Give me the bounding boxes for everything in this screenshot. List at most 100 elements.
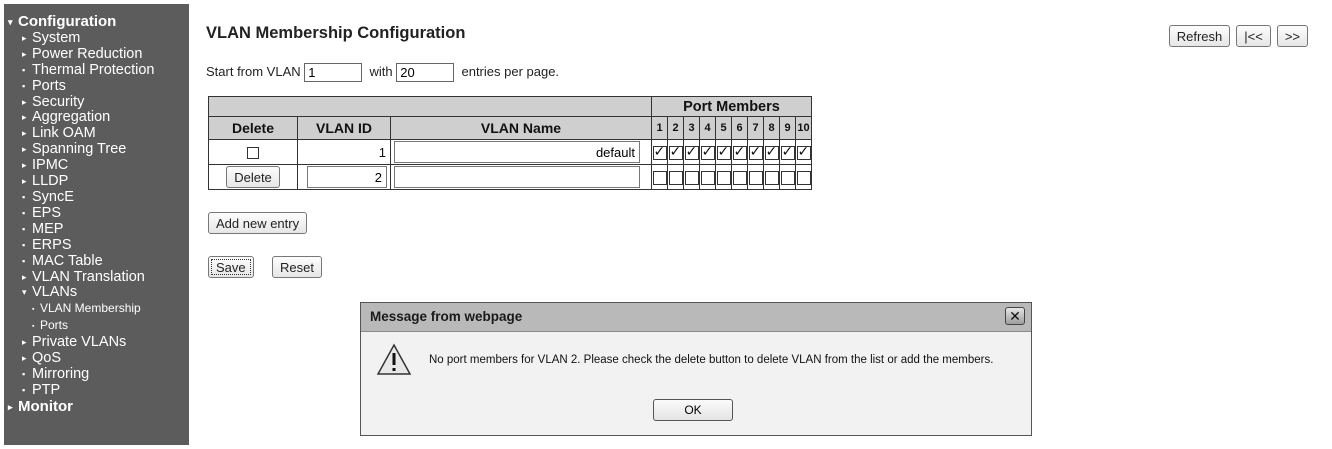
sidebar-marker-icon: ▪: [22, 64, 26, 75]
add-new-entry-button[interactable]: Add new entry: [208, 212, 308, 234]
sidebar-item-label: Ports: [40, 318, 69, 333]
sidebar-item-label: Mirroring: [32, 365, 90, 382]
sidebar-marker-icon: ▪: [32, 323, 35, 331]
sidebar-item-label: EPS: [32, 204, 62, 221]
sidebar-marker-icon: ▸: [22, 271, 27, 282]
sidebar-item-label: Configuration: [18, 13, 117, 30]
port-member-checkbox[interactable]: [780, 144, 795, 160]
port-member-checkbox[interactable]: [796, 170, 811, 185]
port-number-header: 3: [683, 116, 700, 140]
sidebar-marker-icon: ▪: [22, 368, 26, 379]
port-member-cell: [763, 164, 780, 190]
first-page-button[interactable]: |<<: [1236, 25, 1271, 47]
sidebar-item-ports[interactable]: ▪ Ports: [4, 78, 189, 95]
sidebar-item-security[interactable]: ▸ Security: [4, 94, 189, 111]
port-member-checkbox[interactable]: [716, 144, 731, 160]
sidebar-item-label: VLAN Translation: [32, 268, 145, 285]
port-member-checkbox[interactable]: [748, 144, 763, 160]
sidebar-item-eps[interactable]: ▪ EPS: [4, 204, 189, 222]
delete-row-button[interactable]: Delete: [226, 166, 280, 188]
sidebar-item-mirroring[interactable]: ▪ Mirroring: [4, 365, 189, 383]
port-member-checkbox[interactable]: [780, 170, 795, 185]
port-member-checkbox[interactable]: [732, 170, 747, 185]
sidebar-item-label: Private VLANs: [32, 334, 127, 351]
port-member-checkbox[interactable]: [764, 144, 779, 160]
reset-button[interactable]: Reset: [272, 256, 322, 278]
sidebar-item-lldp[interactable]: ▸ LLDP: [4, 173, 189, 190]
port-member-checkbox[interactable]: [684, 170, 699, 185]
port-member-checkbox[interactable]: [684, 144, 699, 160]
table-row: 1: [208, 139, 812, 165]
delete-checkbox[interactable]: [247, 147, 259, 160]
sidebar: ▾ Configuration ▸ System ▸ Power Reduction ▪ Th…: [4, 4, 189, 445]
vlan-name-input[interactable]: [394, 141, 640, 163]
sidebar-item-spanning-tree[interactable]: ▸ Spanning Tree: [4, 141, 189, 158]
port-number-header: 6: [731, 116, 748, 140]
port-member-checkbox[interactable]: [700, 170, 715, 185]
port-member-checkbox[interactable]: [652, 170, 667, 185]
sidebar-marker-icon: ▾: [22, 287, 27, 298]
close-icon[interactable]: ✕: [1005, 307, 1025, 325]
port-member-checkbox[interactable]: [748, 170, 763, 185]
sidebar-item-label: ERPS: [32, 236, 72, 253]
vlan-name-input[interactable]: [394, 166, 640, 188]
port-member-checkbox[interactable]: [668, 144, 683, 160]
sidebar-item-aggregation[interactable]: ▸ Aggregation: [4, 109, 189, 126]
entries-per-page-input[interactable]: [396, 63, 455, 82]
sidebar-item-label: LLDP: [32, 173, 69, 190]
port-member-checkbox[interactable]: [716, 170, 731, 185]
port-number-header: 7: [747, 116, 764, 140]
sidebar-item-vlan-membership[interactable]: ▪ VLAN Membership: [4, 301, 189, 318]
warning-icon: [376, 343, 412, 382]
port-member-cell: [715, 164, 732, 190]
ok-button[interactable]: OK: [653, 399, 733, 421]
port-member-cell: [747, 164, 764, 190]
start-vlan-input[interactable]: [304, 63, 363, 82]
port-member-cell: [747, 139, 764, 165]
sidebar-item-private-vlans[interactable]: ▸ Private VLANs: [4, 334, 189, 351]
sidebar-item-synce[interactable]: ▪ SyncE: [4, 189, 189, 206]
sidebar-item-label: System: [32, 29, 81, 46]
sidebar-item-qos[interactable]: ▸ QoS: [4, 350, 189, 367]
port-member-checkbox[interactable]: [652, 144, 667, 160]
sidebar-marker-icon: ▸: [22, 160, 27, 171]
sidebar-item-vlans[interactable]: ▾ VLANs: [4, 284, 189, 301]
sidebar-item-ipmc[interactable]: ▸ IPMC: [4, 157, 189, 174]
sidebar-item-label: VLAN Membership: [40, 301, 141, 316]
sidebar-item-monitor[interactable]: ▸ Monitor: [4, 398, 189, 416]
port-member-checkbox[interactable]: [700, 144, 715, 160]
vlan-id-input[interactable]: [307, 166, 387, 188]
sidebar-item-system[interactable]: ▸ System: [4, 29, 189, 47]
sidebar-item-mac-table[interactable]: ▪ MAC Table: [4, 253, 189, 270]
sidebar-item-label: Spanning Tree: [32, 141, 127, 158]
next-page-button[interactable]: >>: [1276, 25, 1308, 47]
port-number-header: 1: [651, 116, 668, 140]
sidebar-item-label: Power Reduction: [32, 45, 143, 62]
sidebar-marker-icon: ▸: [22, 48, 27, 59]
port-member-checkbox[interactable]: [764, 170, 779, 185]
port-number-header: 5: [715, 116, 732, 140]
sidebar-item-configuration[interactable]: ▾ Configuration: [4, 14, 189, 31]
table-row: Delete: [208, 164, 812, 190]
port-member-cell: [795, 164, 812, 190]
sidebar-item-ports[interactable]: ▪ Ports: [4, 318, 189, 335]
sidebar-item-vlan-translation[interactable]: ▸ VLAN Translation: [4, 268, 189, 286]
vlan-id-header: VLAN ID: [297, 116, 391, 140]
sidebar-item-mep[interactable]: ▪ MEP: [4, 221, 189, 238]
port-member-checkbox[interactable]: [732, 144, 747, 160]
sidebar-item-link-oam[interactable]: ▸ Link OAM: [4, 125, 189, 142]
sidebar-marker-icon: ▸: [22, 176, 27, 187]
table-header-blank: [208, 96, 652, 117]
port-member-checkbox[interactable]: [668, 170, 683, 185]
port-member-checkbox[interactable]: [796, 144, 811, 160]
sidebar-item-ptp[interactable]: ▪ PTP: [4, 382, 189, 399]
per-page-label: entries per page.: [461, 63, 560, 79]
save-button[interactable]: Save: [208, 256, 254, 278]
sidebar-marker-icon: ▸: [22, 128, 27, 139]
sidebar-item-erps[interactable]: ▪ ERPS: [4, 236, 189, 254]
sidebar-item-power-reduction[interactable]: ▸ Power Reduction: [4, 45, 189, 63]
port-member-cell: [715, 139, 732, 165]
port-number-header: 8: [763, 116, 780, 140]
refresh-button[interactable]: Refresh: [1168, 25, 1231, 47]
sidebar-item-thermal-protection[interactable]: ▪ Thermal Protection: [4, 62, 189, 79]
